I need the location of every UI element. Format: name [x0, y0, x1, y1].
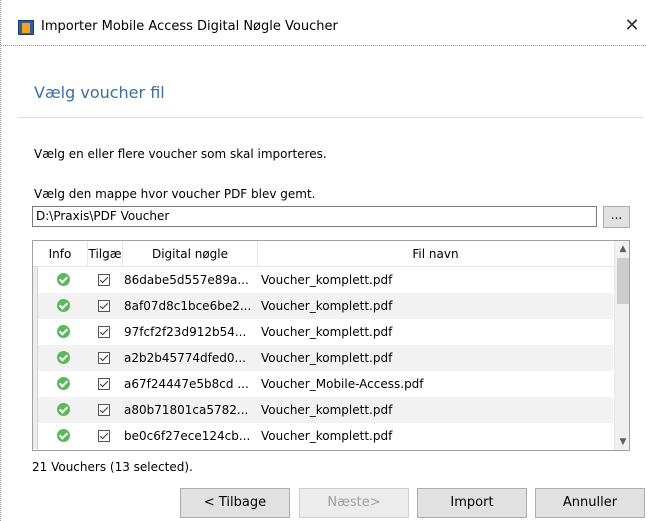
check-circle-icon — [56, 351, 70, 364]
file-name-cell: Voucher_Mobile-Access.pdf — [261, 377, 424, 391]
digital-key-cell: 97fcf2f23d912b54... — [124, 325, 247, 339]
info-cell — [38, 371, 88, 397]
info-cell — [38, 267, 88, 293]
title-bar: Importer Mobile Access Digital Nøgle Vou… — [1, 0, 647, 46]
close-button[interactable]: ✕ — [621, 15, 643, 37]
vertical-scrollbar[interactable]: ▲ ▼ — [614, 241, 629, 450]
table-row[interactable]: 86dabe5d557e89a... Voucher_komplett.pdf — [33, 267, 613, 293]
window-title: Importer Mobile Access Digital Nøgle Vou… — [41, 19, 338, 34]
info-cell — [38, 293, 88, 319]
access-checkbox[interactable] — [98, 403, 110, 416]
digital-key-cell: 8af07d8c1bce6be2... — [124, 299, 252, 313]
status-text: 21 Vouchers (13 selected). — [32, 460, 193, 474]
access-cell[interactable] — [88, 293, 120, 319]
access-cell[interactable] — [88, 267, 120, 293]
access-cell[interactable] — [88, 423, 120, 449]
digital-key-cell: a2b2b45774dfed0... — [124, 351, 246, 365]
table-row[interactable]: a80b71801ca5782... Voucher_komplett.pdf — [33, 397, 613, 423]
digital-key-cell: be0c6f27ece124cb... — [124, 429, 251, 443]
access-checkbox[interactable] — [98, 429, 110, 442]
access-cell[interactable] — [88, 345, 120, 371]
next-button[interactable]: Næste> — [299, 488, 409, 518]
scrollbar-thumb[interactable] — [617, 258, 629, 304]
back-button[interactable]: < Tilbage — [180, 488, 290, 518]
info-cell — [38, 397, 88, 423]
voucher-grid[interactable]: Info Tilgæ Digital nøgle Fil navn 86dabe… — [32, 240, 630, 451]
scroll-down-icon[interactable]: ▼ — [615, 434, 629, 450]
info-cell — [38, 345, 88, 371]
check-circle-icon — [56, 325, 70, 338]
file-name-cell: Voucher_komplett.pdf — [261, 351, 393, 365]
digital-key-cell: 86dabe5d557e89a... — [124, 273, 249, 287]
access-checkbox[interactable] — [98, 351, 110, 364]
folder-label: Vælg den mappe hvor voucher PDF blev gem… — [34, 187, 316, 201]
file-name-cell: Voucher_komplett.pdf — [261, 403, 393, 417]
access-checkbox[interactable] — [98, 273, 110, 286]
check-circle-icon — [56, 377, 70, 390]
access-checkbox[interactable] — [98, 325, 110, 338]
table-row[interactable]: a67f24447e5b8cd ... Voucher_Mobile-Acces… — [33, 371, 613, 397]
column-header-access[interactable]: Tilgæ — [88, 241, 123, 267]
app-icon — [18, 20, 34, 35]
column-header-digital-key[interactable]: Digital nøgle — [123, 241, 258, 267]
access-cell[interactable] — [88, 319, 120, 345]
access-cell[interactable] — [88, 397, 120, 423]
column-header-info[interactable]: Info — [33, 241, 88, 267]
access-checkbox[interactable] — [98, 299, 110, 312]
cancel-button[interactable]: Annuller — [535, 488, 645, 518]
header-separator — [18, 117, 643, 118]
check-circle-icon — [56, 403, 70, 416]
browse-button[interactable]: ... — [603, 206, 630, 228]
grid-body: 86dabe5d557e89a... Voucher_komplett.pdf … — [33, 267, 613, 450]
scroll-up-icon[interactable]: ▲ — [615, 241, 629, 257]
check-circle-icon — [56, 299, 70, 312]
access-checkbox[interactable] — [98, 377, 110, 390]
check-circle-icon — [56, 429, 70, 442]
digital-key-cell: a80b71801ca5782... — [124, 403, 249, 417]
file-name-cell: Voucher_komplett.pdf — [261, 325, 393, 339]
table-row[interactable]: 97fcf2f23d912b54... Voucher_komplett.pdf — [33, 319, 613, 345]
page-heading: Vælg voucher fil — [34, 83, 165, 102]
info-cell — [38, 319, 88, 345]
access-cell[interactable] — [88, 371, 120, 397]
folder-path-input[interactable]: D:\Praxis\PDF Voucher — [32, 206, 597, 227]
digital-key-cell: a67f24447e5b8cd ... — [124, 377, 249, 391]
description-text: Vælg en eller flere voucher som skal imp… — [34, 147, 327, 161]
file-name-cell: Voucher_komplett.pdf — [261, 429, 393, 443]
import-button[interactable]: Import — [417, 488, 527, 518]
column-header-file-name[interactable]: Fil navn — [258, 241, 613, 267]
file-name-cell: Voucher_komplett.pdf — [261, 273, 393, 287]
table-row[interactable]: be0c6f27ece124cb... Voucher_komplett.pdf — [33, 423, 613, 449]
check-circle-icon — [56, 273, 70, 286]
import-dialog: Importer Mobile Access Digital Nøgle Vou… — [0, 0, 647, 521]
grid-header: Info Tilgæ Digital nøgle Fil navn — [33, 241, 613, 267]
info-cell — [38, 423, 88, 449]
table-row[interactable]: a2b2b45774dfed0... Voucher_komplett.pdf — [33, 345, 613, 371]
file-name-cell: Voucher_komplett.pdf — [261, 299, 393, 313]
table-row[interactable]: 8af07d8c1bce6be2... Voucher_komplett.pdf — [33, 293, 613, 319]
